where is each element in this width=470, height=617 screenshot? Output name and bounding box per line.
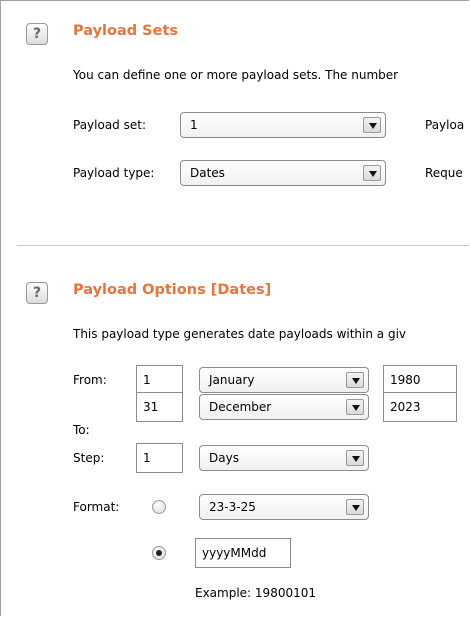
payload-options-title: Payload Options [Dates] xyxy=(73,282,272,298)
section-divider xyxy=(17,245,469,246)
payload-set-value: 1 xyxy=(190,118,198,132)
format-preset-value: 23-3-25 xyxy=(209,500,256,514)
payload-options-help-icon[interactable]: ? xyxy=(26,282,48,304)
payload-sets-title: Payload Sets xyxy=(73,23,179,39)
step-amount-field[interactable]: 1 xyxy=(136,443,183,473)
payload-sets-help-icon[interactable]: ? xyxy=(26,23,48,45)
from-month-value: January xyxy=(209,373,255,387)
chevron-down-icon xyxy=(363,165,381,181)
radio-selected-dot xyxy=(156,550,162,556)
chevron-down-icon xyxy=(346,372,364,388)
to-month-dropdown[interactable]: December xyxy=(199,394,369,420)
from-year-field[interactable]: 1980 xyxy=(383,365,457,395)
chevron-down-icon xyxy=(346,450,364,466)
payload-sets-description: You can define one or more payload sets.… xyxy=(73,68,399,82)
panel-frame xyxy=(0,0,469,616)
step-unit-value: Days xyxy=(209,451,239,465)
payload-count-label: Payloa xyxy=(425,118,465,132)
to-day-field[interactable]: 31 xyxy=(136,392,183,422)
from-day-field[interactable]: 1 xyxy=(136,365,183,395)
from-day-value: 1 xyxy=(143,373,151,387)
to-year-field[interactable]: 2023 xyxy=(383,392,457,422)
chevron-down-icon xyxy=(363,117,381,133)
chevron-down-icon xyxy=(346,399,364,415)
chevron-down-icon xyxy=(346,499,364,515)
to-label: To: xyxy=(73,423,90,437)
payload-options-description: This payload type generates date payload… xyxy=(73,327,407,341)
format-custom-field[interactable]: yyyyMMdd xyxy=(195,538,291,568)
format-custom-value: yyyyMMdd xyxy=(202,546,267,560)
to-month-value: December xyxy=(209,400,272,414)
format-preset-dropdown[interactable]: 23-3-25 xyxy=(199,494,369,520)
step-unit-dropdown[interactable]: Days xyxy=(199,445,369,471)
payload-type-label: Payload type: xyxy=(73,166,155,180)
from-month-dropdown[interactable]: January xyxy=(199,367,369,393)
step-amount-value: 1 xyxy=(143,451,151,465)
format-preset-radio[interactable] xyxy=(152,500,166,514)
format-label: Format: xyxy=(73,500,120,514)
payload-set-dropdown[interactable]: 1 xyxy=(180,112,386,138)
from-year-value: 1980 xyxy=(390,373,421,387)
to-year-value: 2023 xyxy=(390,400,421,414)
to-day-value: 31 xyxy=(143,400,159,414)
step-label: Step: xyxy=(73,451,105,465)
from-label: From: xyxy=(73,373,107,387)
format-custom-radio[interactable] xyxy=(152,546,166,560)
payload-type-dropdown[interactable]: Dates xyxy=(180,160,386,186)
payload-type-value: Dates xyxy=(190,166,225,180)
request-count-label: Reque xyxy=(425,166,463,180)
format-example: Example: 19800101 xyxy=(195,586,316,600)
payload-set-label: Payload set: xyxy=(73,118,146,132)
